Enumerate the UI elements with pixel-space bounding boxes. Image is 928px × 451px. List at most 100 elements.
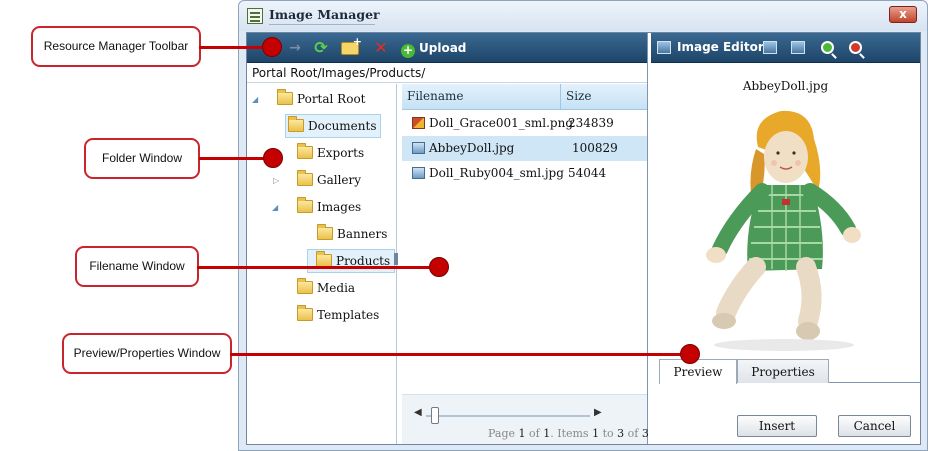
leader-dot bbox=[262, 37, 282, 57]
callout-folder-window: Folder Window bbox=[84, 138, 200, 179]
pager-word: . Items bbox=[550, 427, 589, 440]
title-bar: Image Manager x bbox=[239, 1, 927, 31]
pager-summary: Page 1 of 1. Items 1 to 3 of 3 bbox=[488, 427, 649, 440]
leader-dot bbox=[263, 148, 283, 168]
folder-icon bbox=[297, 143, 313, 159]
window-title: Image Manager bbox=[269, 7, 380, 22]
pager-word: Page bbox=[488, 427, 516, 440]
leader-line bbox=[199, 157, 273, 160]
tab-properties[interactable]: Properties bbox=[737, 359, 829, 383]
pager-word: of bbox=[627, 427, 639, 440]
image-manager-window: Image Manager x ← → ⟳ ✕ +Upload Portal R… bbox=[238, 0, 928, 451]
folder-templates[interactable]: Templates bbox=[295, 304, 383, 328]
folder-window: ◢ Portal Root Documents Exports ▷ Galler… bbox=[247, 84, 397, 444]
breadcrumb-path: Portal Root/Images/Products/ bbox=[247, 63, 647, 83]
pager-to: 3 bbox=[617, 427, 625, 440]
preview-filename: AbbeyDoll.jpg bbox=[742, 79, 829, 93]
callout-filename-window: Filename Window bbox=[75, 246, 199, 287]
resize-image-icon[interactable] bbox=[763, 41, 777, 54]
folder-label: Gallery bbox=[317, 173, 362, 187]
folder-icon bbox=[317, 224, 333, 240]
delete-icon[interactable]: ✕ bbox=[373, 40, 389, 56]
tab-preview[interactable]: Preview bbox=[659, 359, 737, 384]
tree-expanded-icon[interactable]: ◢ bbox=[272, 203, 278, 212]
file-size: 100829 bbox=[572, 141, 618, 155]
grid-header: Filename Size bbox=[402, 84, 647, 110]
pager-from: 1 bbox=[592, 427, 600, 440]
pager-word: to bbox=[602, 427, 614, 440]
image-editor-toolbar: Image Editor bbox=[651, 33, 920, 63]
upload-plus-icon: + bbox=[401, 43, 415, 58]
file-size: 54044 bbox=[568, 166, 607, 180]
folder-label: Media bbox=[317, 281, 356, 295]
zoom-out-icon[interactable] bbox=[849, 41, 862, 54]
table-row[interactable]: Doll_Ruby004_sml.jpg 54044 bbox=[402, 161, 647, 186]
callout-resource-manager-toolbar: Resource Manager Toolbar bbox=[31, 26, 201, 67]
close-button[interactable]: x bbox=[889, 6, 917, 23]
folder-icon bbox=[277, 89, 293, 105]
resource-manager-toolbar: ← → ⟳ ✕ +Upload bbox=[247, 33, 647, 63]
window-content: ← → ⟳ ✕ +Upload Portal Root/Images/Produ… bbox=[246, 32, 921, 445]
pager-right-arrow-icon[interactable]: ▶ bbox=[594, 407, 602, 418]
file-size: 234839 bbox=[568, 116, 614, 130]
folder-label: Exports bbox=[317, 146, 365, 160]
refresh-icon[interactable]: ⟳ bbox=[313, 40, 329, 56]
preview-properties-window: Image Editor AbbeyDoll.jpg Preview Prope… bbox=[651, 33, 920, 444]
crop-image-icon[interactable] bbox=[791, 41, 805, 54]
folder-media[interactable]: Media bbox=[295, 277, 359, 301]
forward-arrow-icon[interactable]: → bbox=[287, 40, 303, 56]
folder-gallery[interactable]: Gallery bbox=[295, 169, 365, 193]
image-editor-label[interactable]: Image Editor bbox=[677, 40, 764, 54]
column-separator[interactable] bbox=[560, 84, 561, 110]
jpg-file-icon bbox=[412, 142, 425, 154]
image-editor-icon[interactable] bbox=[657, 41, 671, 54]
grid-pager: ◀ ▶ Page 1 of 1. Items 1 to 3 of 3 bbox=[402, 394, 649, 444]
cancel-button[interactable]: Cancel bbox=[838, 415, 911, 437]
leader-dot bbox=[429, 257, 449, 277]
tree-expanded-icon[interactable]: ◢ bbox=[252, 95, 258, 104]
leader-line bbox=[230, 353, 690, 356]
new-folder-icon[interactable] bbox=[341, 34, 362, 55]
folder-label: Banners bbox=[337, 227, 388, 241]
tree-collapsed-icon[interactable]: ▷ bbox=[273, 176, 279, 185]
doll-preview-image bbox=[696, 99, 871, 355]
pager-page: 1 bbox=[518, 427, 526, 440]
folder-label: Documents bbox=[308, 119, 377, 133]
leader-dot bbox=[680, 344, 700, 364]
page-slider-track[interactable] bbox=[426, 415, 590, 417]
zoom-in-icon[interactable] bbox=[821, 41, 834, 54]
column-header-filename[interactable]: Filename bbox=[407, 89, 463, 103]
table-row[interactable]: Doll_Grace001_sml.png 234839 bbox=[402, 111, 647, 136]
callout-preview-properties-window: Preview/Properties Window bbox=[62, 333, 232, 374]
pager-left-arrow-icon[interactable]: ◀ bbox=[414, 407, 422, 418]
table-row-selected[interactable]: AbbeyDoll.jpg 100829 bbox=[402, 136, 647, 161]
folder-exports[interactable]: Exports bbox=[295, 142, 368, 166]
folder-products[interactable]: Products bbox=[307, 249, 396, 273]
preview-properties-tabs: Preview Properties bbox=[659, 359, 920, 384]
page-slider-thumb[interactable] bbox=[431, 407, 439, 424]
folder-icon bbox=[297, 197, 313, 213]
pager-word: of bbox=[529, 427, 540, 440]
upload-button[interactable]: + Upload bbox=[401, 40, 467, 58]
folder-images[interactable]: Images bbox=[295, 196, 365, 220]
insert-button[interactable]: Insert bbox=[737, 415, 817, 437]
jpg-file-icon bbox=[412, 167, 425, 179]
folder-icon bbox=[288, 116, 304, 132]
pager-total: 3 bbox=[641, 427, 649, 440]
title-underline bbox=[269, 24, 375, 25]
file-name: Doll_Grace001_sml.png bbox=[429, 116, 574, 130]
folder-icon bbox=[297, 278, 313, 294]
png-file-icon bbox=[412, 117, 425, 129]
resource-manager-panel: ← → ⟳ ✕ +Upload Portal Root/Images/Produ… bbox=[247, 33, 649, 444]
file-name: Doll_Ruby004_sml.jpg bbox=[429, 166, 564, 180]
column-header-size[interactable]: Size bbox=[566, 89, 591, 103]
folder-banners[interactable]: Banners bbox=[315, 223, 391, 247]
folder-documents[interactable]: Documents bbox=[285, 114, 382, 138]
folder-label: Images bbox=[317, 200, 362, 214]
file-name: AbbeyDoll.jpg bbox=[429, 141, 515, 155]
folder-label: Portal Root bbox=[297, 92, 366, 106]
upload-label: Upload bbox=[419, 41, 467, 55]
folder-portal-root[interactable]: Portal Root bbox=[275, 88, 369, 112]
folder-label: Templates bbox=[317, 308, 380, 322]
window-list-icon bbox=[247, 8, 263, 24]
